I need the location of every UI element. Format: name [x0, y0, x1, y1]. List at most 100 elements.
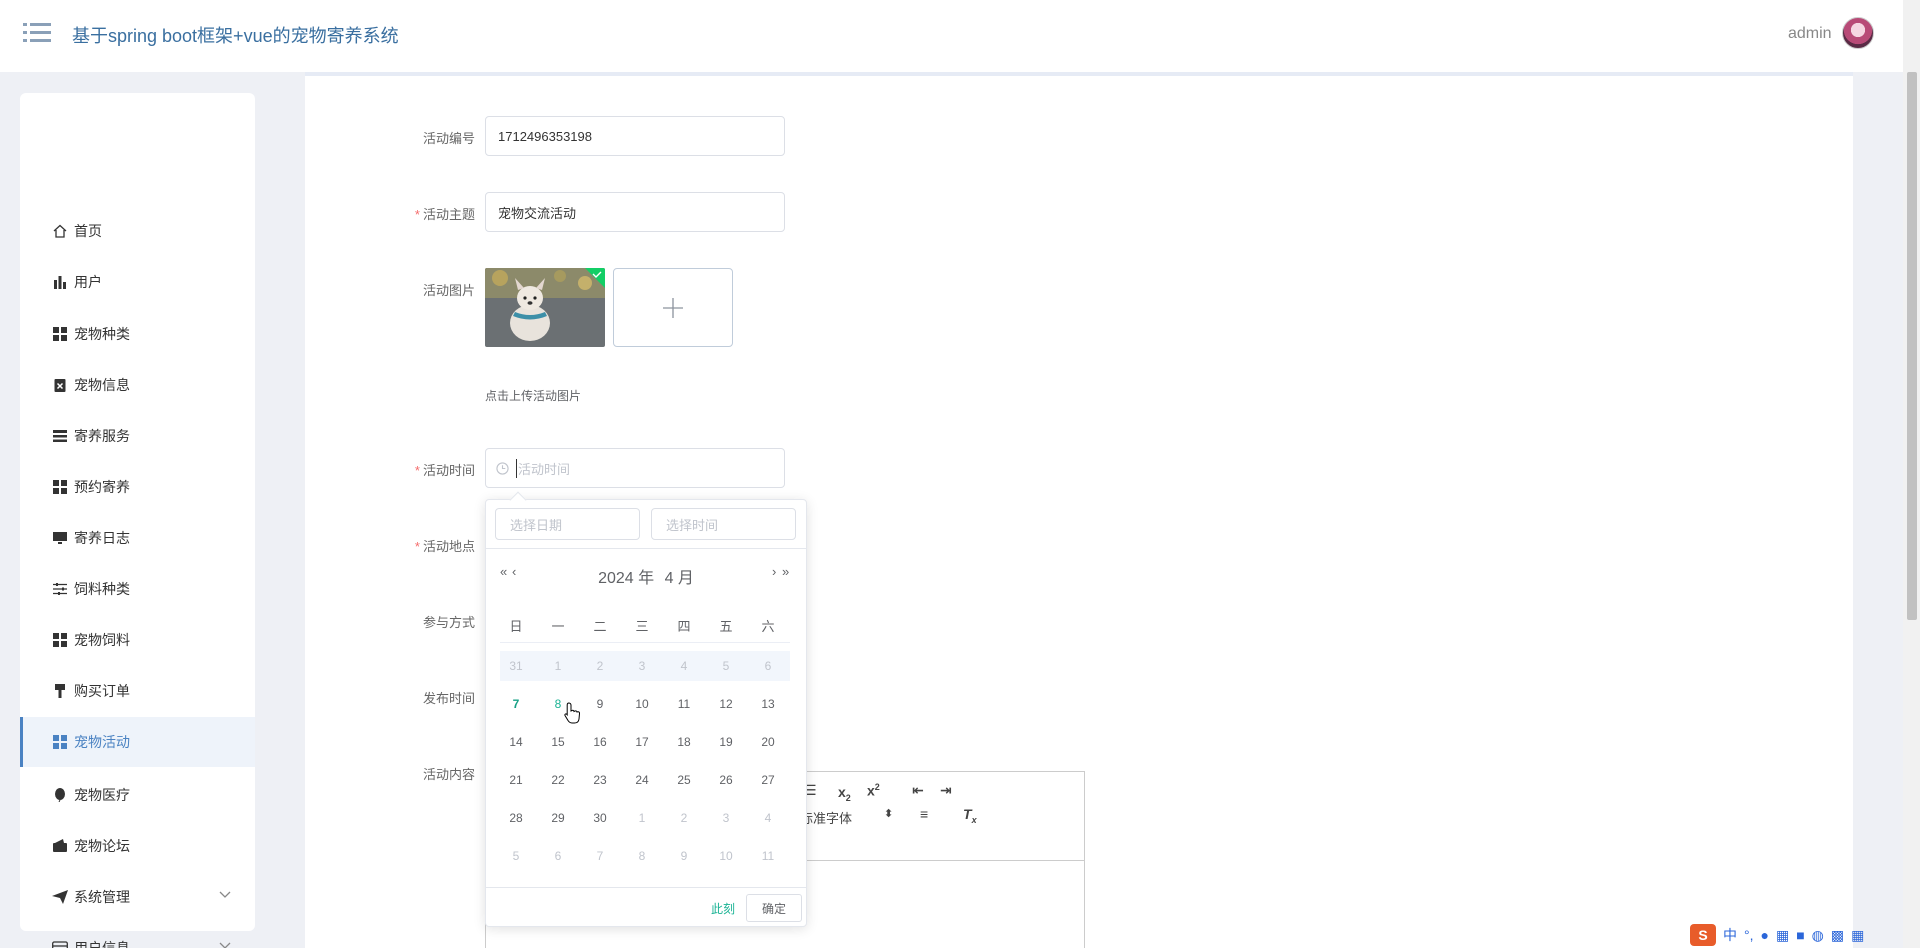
calendar-day[interactable]: 24	[627, 765, 657, 795]
sogou-ime-icon[interactable]: S	[1690, 924, 1716, 946]
calendar-day[interactable]: 20	[753, 727, 783, 757]
upload-add-button[interactable]	[613, 268, 733, 347]
sidebar-item-label: 宠物医疗	[74, 787, 130, 803]
sidebar-item-system-management[interactable]: 系统管理	[20, 872, 255, 922]
calendar-day[interactable]: 13	[753, 689, 783, 719]
clear-format-icon[interactable]: Tx	[963, 806, 977, 825]
calendar-day[interactable]: 18	[669, 727, 699, 757]
sidebar-item-boarding-log[interactable]: 寄养日志	[20, 513, 255, 563]
microphone-icon[interactable]: ●	[1761, 927, 1769, 943]
username-label[interactable]: admin	[1788, 25, 1832, 43]
sidebar-item-pet-medical[interactable]: 宠物医疗	[20, 770, 255, 820]
sidebar-item-pet-feed[interactable]: 宠物饲料	[20, 615, 255, 665]
sidebar-item-orders[interactable]: 购买订单	[20, 666, 255, 716]
month-label[interactable]: 4 月	[665, 570, 694, 587]
calendar-day[interactable]: 25	[669, 765, 699, 795]
confirm-button[interactable]: 确定	[746, 894, 802, 922]
sidebar-item-pet-category[interactable]: 宠物种类	[20, 309, 255, 359]
calendar-day[interactable]: 12	[711, 689, 741, 719]
subscript-icon[interactable]: x2	[838, 784, 851, 803]
sidebar-item-feed-category[interactable]: 饲料种类	[20, 564, 255, 614]
outdent-icon[interactable]: ⇤	[912, 782, 924, 799]
calendar-day[interactable]: 21	[501, 765, 531, 795]
now-button[interactable]: 此刻	[711, 900, 735, 917]
sidebar-item-boarding-service[interactable]: 寄养服务	[20, 411, 255, 461]
activity-code-field[interactable]: 1712496353198	[485, 116, 785, 156]
page-scrollbar-thumb[interactable]	[1907, 72, 1917, 620]
calendar-day[interactable]: 29	[543, 803, 573, 833]
sidebar-item-users[interactable]: 用户	[20, 257, 255, 307]
activity-image-label: 活动图片	[422, 283, 475, 298]
calendar-day[interactable]: 15	[543, 727, 573, 757]
sidebar-item-pet-activity[interactable]: 宠物活动	[20, 717, 255, 767]
calendar-day[interactable]: 31	[501, 651, 531, 681]
grid-tools-icon[interactable]: ▦	[1851, 927, 1864, 944]
calendar-day[interactable]: 10	[711, 841, 741, 871]
calendar-day[interactable]: 9	[585, 689, 615, 719]
sidebar-item-pet-forum[interactable]: 宠物论坛	[20, 821, 255, 871]
calendar-day[interactable]: 14	[501, 727, 531, 757]
calendar-day[interactable]: 3	[627, 651, 657, 681]
picker-date-input[interactable]: 选择日期	[495, 508, 640, 540]
sidebar-item-booking[interactable]: 预约寄养	[20, 462, 255, 512]
superscript-icon[interactable]: x2	[867, 782, 880, 799]
keyboard-icon[interactable]: ▦	[1776, 927, 1789, 944]
sidebar-item-label: 用户	[74, 274, 102, 290]
calendar-day[interactable]: 26	[711, 765, 741, 795]
calendar-day[interactable]: 5	[501, 841, 531, 871]
calendar-day[interactable]: 6	[543, 841, 573, 871]
calendar-day[interactable]: 28	[501, 803, 531, 833]
calendar-day[interactable]: 3	[711, 803, 741, 833]
activity-topic-field[interactable]: 宠物交流活动	[485, 192, 785, 232]
calendar-day[interactable]: 16	[585, 727, 615, 757]
calendar-day[interactable]: 4	[753, 803, 783, 833]
sidebar-item-home[interactable]: 首页	[20, 206, 255, 256]
calendar-day[interactable]: 6	[753, 651, 783, 681]
indent-icon[interactable]: ⇥	[940, 782, 952, 799]
activity-time-field[interactable]: 活动时间	[485, 448, 785, 488]
user-avatar[interactable]	[1842, 17, 1874, 49]
weekday-header: 五	[719, 619, 733, 634]
calendar-day[interactable]: 22	[543, 765, 573, 795]
skin-icon[interactable]: ■	[1796, 927, 1804, 943]
calendar-day[interactable]: 9	[669, 841, 699, 871]
calendar-day[interactable]: 10	[627, 689, 657, 719]
calendar-day[interactable]: 2	[669, 803, 699, 833]
menu-toggle-icon[interactable]	[23, 22, 51, 44]
align-left-icon[interactable]: ≡	[920, 806, 928, 822]
toolbox-icon[interactable]: ▩	[1831, 927, 1844, 944]
picker-time-input[interactable]: 选择时间	[651, 508, 796, 540]
uploaded-image-thumbnail[interactable]	[485, 268, 605, 347]
calendar-day[interactable]: 2	[585, 651, 615, 681]
weekday-header: 日	[509, 619, 523, 634]
select-arrows-icon[interactable]: ⬍	[884, 807, 893, 820]
calendar-day[interactable]: 8	[627, 841, 657, 871]
calendar-day[interactable]: 11	[669, 689, 699, 719]
bar-chart-icon	[52, 274, 68, 290]
calendar-day[interactable]: 27	[753, 765, 783, 795]
next-year-icon[interactable]: »	[782, 564, 789, 579]
chinese-mode-icon[interactable]: 中	[1723, 925, 1737, 945]
grid-icon	[52, 632, 68, 648]
calendar-day[interactable]: 7	[501, 689, 531, 719]
chevron-down-icon	[219, 942, 231, 948]
calendar-day[interactable]: 7	[585, 841, 615, 871]
calendar-day[interactable]: 1	[543, 651, 573, 681]
calendar-day[interactable]: 5	[711, 651, 741, 681]
calendar-day[interactable]: 4	[669, 651, 699, 681]
calendar-day[interactable]: 1	[627, 803, 657, 833]
sidebar-item-user-info[interactable]: 用户信息	[20, 923, 255, 948]
sidebar-item-label: 宠物论坛	[74, 838, 130, 854]
calendar-day[interactable]: 23	[585, 765, 615, 795]
game-icon[interactable]: ◍	[1812, 927, 1824, 944]
font-select[interactable]: 标准字体	[800, 808, 852, 827]
calendar-day[interactable]: 30	[585, 803, 615, 833]
calendar-day[interactable]: 19	[711, 727, 741, 757]
next-month-icon[interactable]: ›	[772, 564, 776, 579]
calendar-day[interactable]: 11	[753, 841, 783, 871]
year-label[interactable]: 2024 年	[598, 570, 654, 587]
calendar-day[interactable]: 17	[627, 727, 657, 757]
sidebar-item-pet-info[interactable]: 宠物信息	[20, 360, 255, 410]
sliders-icon	[52, 581, 68, 597]
punctuation-icon[interactable]: °,	[1744, 927, 1754, 943]
